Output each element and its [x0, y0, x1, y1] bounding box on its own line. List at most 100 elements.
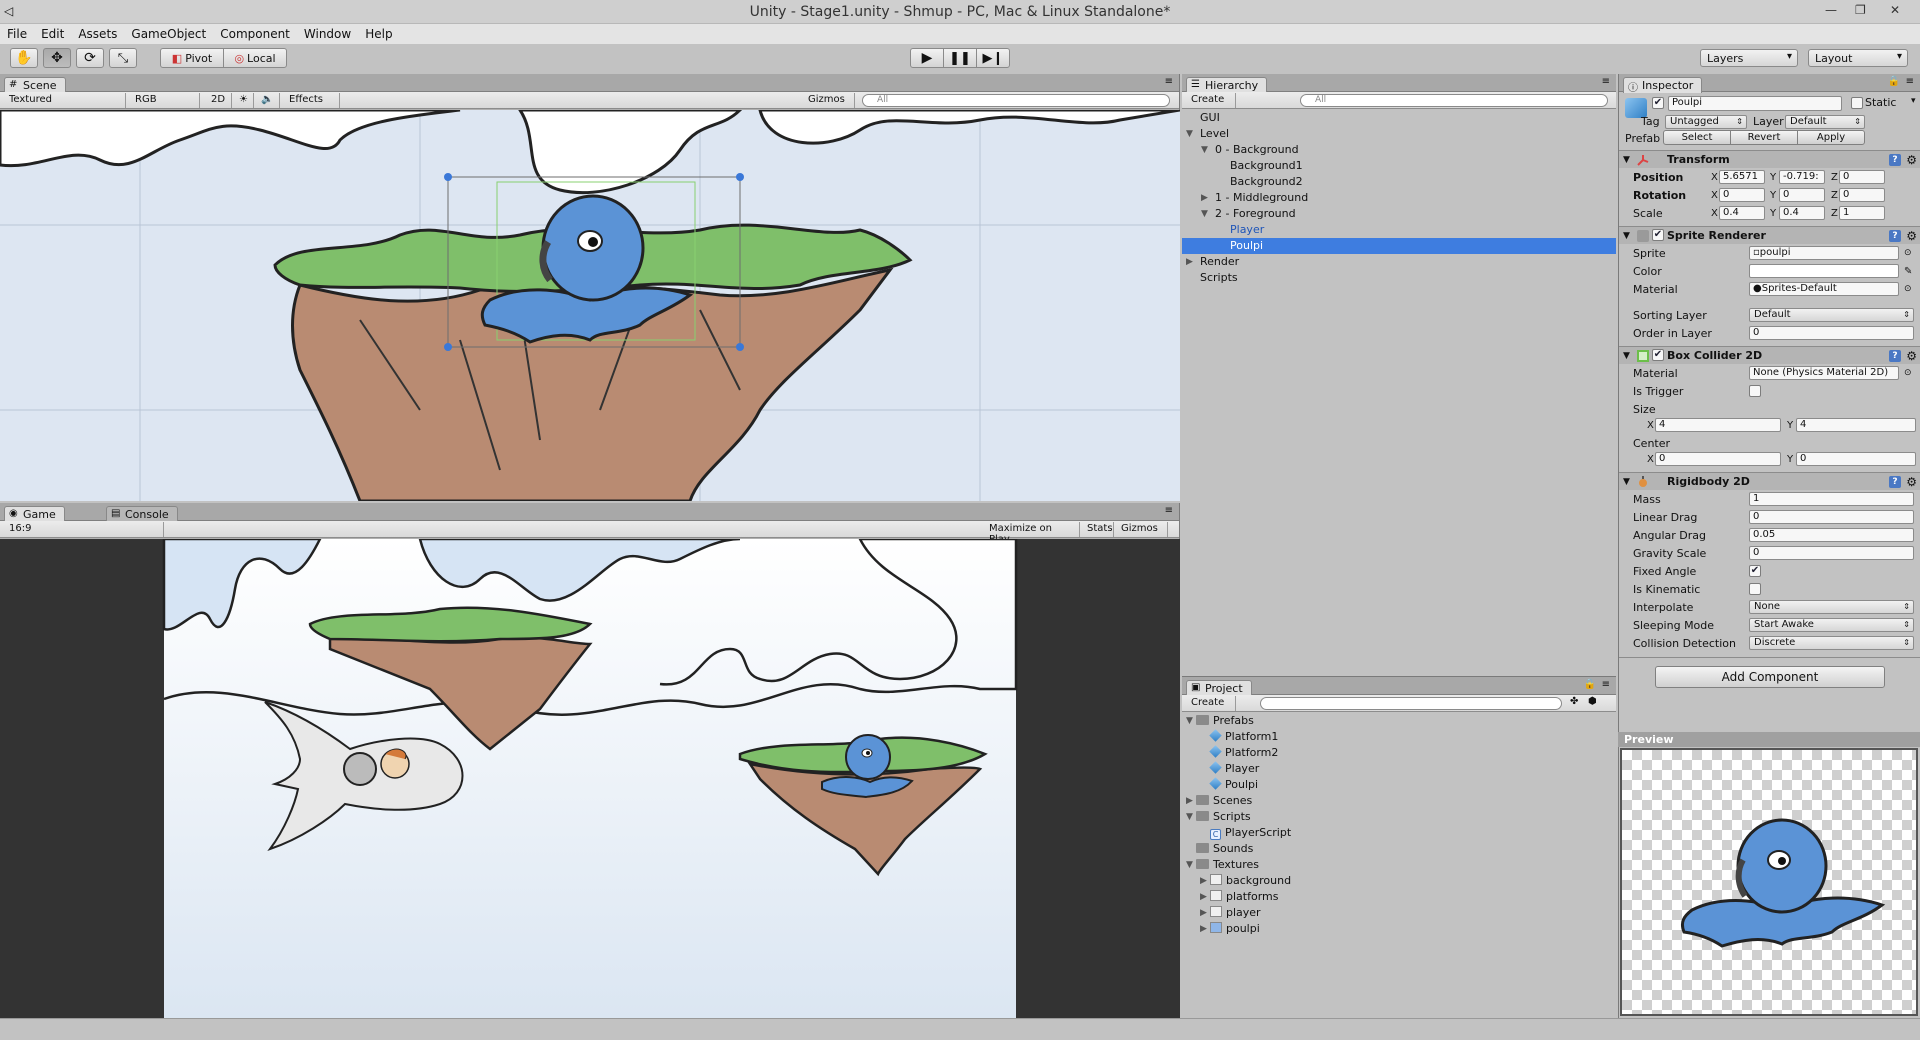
stats-toggle[interactable]: Stats — [1082, 522, 1114, 537]
tab-project[interactable]: ▣ Project — [1186, 680, 1252, 696]
position-x-field[interactable]: 5.6571 — [1719, 170, 1765, 184]
menu-help[interactable]: Help — [358, 24, 399, 44]
project-asset-playerscript[interactable]: C PlayerScript — [1182, 825, 1616, 841]
static-dropdown-icon[interactable]: ▾ — [1911, 96, 1916, 106]
fold-closed-icon[interactable]: ▶ — [1186, 254, 1193, 270]
hierarchy-item-middleground[interactable]: ▶ 1 - Middleground — [1182, 190, 1616, 206]
order-in-layer-field[interactable]: 0 — [1749, 326, 1914, 340]
filter-type-icon[interactable]: ✤ — [1570, 696, 1578, 707]
angular-drag-field[interactable]: 0.05 — [1749, 528, 1914, 542]
interpolate-dropdown[interactable]: None — [1749, 600, 1914, 614]
active-checkbox[interactable]: ✔ — [1652, 97, 1664, 109]
project-folder-prefabs[interactable]: ▼ Prefabs — [1182, 713, 1616, 729]
restore-icon[interactable]: ❐ — [1855, 3, 1866, 17]
object-name-field[interactable]: Poulpi — [1668, 96, 1842, 111]
project-folder-scripts[interactable]: ▼ Scripts — [1182, 809, 1616, 825]
pause-button[interactable]: ❚❚ — [943, 48, 977, 68]
hierarchy-item-background2[interactable]: Background2 — [1182, 174, 1616, 190]
minimize-icon[interactable]: — — [1825, 3, 1837, 17]
fold-open-icon[interactable]: ▼ — [1623, 227, 1630, 245]
fold-open-icon[interactable]: ▼ — [1623, 347, 1630, 365]
fold-open-icon[interactable]: ▼ — [1186, 126, 1193, 142]
fold-closed-icon[interactable]: ▶ — [1200, 873, 1207, 889]
sleeping-mode-dropdown[interactable]: Start Awake — [1749, 618, 1914, 632]
hierarchy-item-poulpi[interactable]: Poulpi — [1182, 238, 1616, 254]
menu-window[interactable]: Window — [297, 24, 358, 44]
sprite-renderer-enabled-checkbox[interactable]: ✔ — [1652, 229, 1664, 241]
prefab-apply-button[interactable]: Apply — [1797, 130, 1865, 145]
project-folder-textures[interactable]: ▼ Textures — [1182, 857, 1616, 873]
project-asset-poulpi-texture[interactable]: ▶ poulpi — [1182, 921, 1616, 937]
project-create-dropdown[interactable]: Create — [1186, 696, 1236, 711]
hierarchy-item-background1[interactable]: Background1 — [1182, 158, 1616, 174]
position-z-field[interactable]: 0 — [1839, 170, 1885, 184]
hierarchy-item-background[interactable]: ▼ 0 - Background — [1182, 142, 1616, 158]
size-x-field[interactable]: 4 — [1655, 418, 1781, 432]
fold-open-icon[interactable]: ▼ — [1201, 206, 1208, 222]
add-component-button[interactable]: Add Component — [1655, 666, 1885, 688]
box-collider-enabled-checkbox[interactable]: ✔ — [1652, 349, 1664, 361]
color-swatch[interactable] — [1749, 264, 1899, 278]
transform-header[interactable]: ▼ Transform ? ⚙ — [1619, 150, 1920, 168]
rotation-z-field[interactable]: 0 — [1839, 188, 1885, 202]
tab-scene[interactable]: # Scene — [4, 77, 66, 93]
fold-open-icon[interactable]: ▼ — [1623, 473, 1630, 491]
panel-menu-icon[interactable]: ≡ — [1165, 76, 1173, 87]
fold-open-icon[interactable]: ▼ — [1186, 713, 1193, 729]
preview-header[interactable]: Preview — [1618, 732, 1920, 747]
rotate-tool-button[interactable]: ⟳ — [76, 48, 104, 68]
is-trigger-checkbox[interactable] — [1749, 385, 1761, 397]
gear-icon[interactable]: ⚙ — [1906, 227, 1917, 245]
panel-menu-icon[interactable]: ≡ — [1602, 76, 1610, 87]
tag-dropdown[interactable]: Untagged — [1665, 115, 1747, 129]
fold-closed-icon[interactable]: ▶ — [1200, 889, 1207, 905]
object-picker-icon[interactable]: ⊙ — [1904, 281, 1912, 298]
hierarchy-item-foreground[interactable]: ▼ 2 - Foreground — [1182, 206, 1616, 222]
scale-tool-button[interactable]: ⤡ — [109, 48, 137, 68]
hierarchy-search-input[interactable]: All — [1300, 94, 1608, 107]
layers-dropdown[interactable]: Layers — [1700, 49, 1798, 67]
tab-console[interactable]: ▤ Console — [106, 506, 178, 522]
step-button[interactable]: ▶❙ — [976, 48, 1010, 68]
prefab-select-button[interactable]: Select — [1663, 130, 1731, 145]
aspect-dropdown[interactable]: 16:9 — [4, 522, 164, 537]
panel-menu-icon[interactable]: ≡ — [1906, 76, 1914, 87]
menu-edit[interactable]: Edit — [34, 24, 71, 44]
project-asset-poulpi[interactable]: Poulpi — [1182, 777, 1616, 793]
fold-open-icon[interactable]: ▼ — [1201, 142, 1208, 158]
project-asset-platform2[interactable]: Platform2 — [1182, 745, 1616, 761]
fold-open-icon[interactable]: ▼ — [1186, 809, 1193, 825]
collision-detection-dropdown[interactable]: Discrete — [1749, 636, 1914, 650]
sprite-field[interactable]: ▫poulpi — [1749, 246, 1899, 260]
project-asset-platforms[interactable]: ▶ platforms — [1182, 889, 1616, 905]
sorting-layer-dropdown[interactable]: Default — [1749, 308, 1914, 322]
gear-icon[interactable]: ⚙ — [1906, 347, 1917, 365]
linear-drag-field[interactable]: 0 — [1749, 510, 1914, 524]
help-icon[interactable]: ? — [1889, 350, 1901, 362]
hierarchy-item-level[interactable]: ▼ Level — [1182, 126, 1616, 142]
gear-icon[interactable]: ⚙ — [1906, 151, 1917, 169]
lock-icon[interactable]: 🔒 — [1584, 679, 1596, 690]
scale-y-field[interactable]: 0.4 — [1779, 206, 1825, 220]
scale-x-field[interactable]: 0.4 — [1719, 206, 1765, 220]
help-icon[interactable]: ? — [1889, 476, 1901, 488]
static-checkbox[interactable] — [1851, 97, 1863, 109]
tab-game[interactable]: ◉ Game — [4, 506, 65, 522]
project-asset-player[interactable]: Player — [1182, 761, 1616, 777]
game-gizmos-dropdown[interactable]: Gizmos — [1116, 522, 1168, 537]
fold-closed-icon[interactable]: ▶ — [1200, 905, 1207, 921]
tab-hierarchy[interactable]: ☰ Hierarchy — [1186, 77, 1268, 93]
play-button[interactable]: ▶ — [910, 48, 944, 68]
fold-closed-icon[interactable]: ▶ — [1201, 190, 1208, 206]
scene-gizmos-dropdown[interactable]: Gizmos — [803, 93, 855, 108]
project-asset-platform1[interactable]: Platform1 — [1182, 729, 1616, 745]
center-x-field[interactable]: 0 — [1655, 452, 1781, 466]
hierarchy-item-render[interactable]: ▶ Render — [1182, 254, 1616, 270]
layout-dropdown[interactable]: Layout — [1808, 49, 1908, 67]
project-asset-player-texture[interactable]: ▶ player — [1182, 905, 1616, 921]
render-mode-dropdown[interactable]: RGB — [130, 93, 200, 108]
project-folder-scenes[interactable]: ▶ Scenes — [1182, 793, 1616, 809]
menu-gameobject[interactable]: GameObject — [124, 24, 213, 44]
hierarchy-item-player[interactable]: Player — [1182, 222, 1616, 238]
help-icon[interactable]: ? — [1889, 230, 1901, 242]
